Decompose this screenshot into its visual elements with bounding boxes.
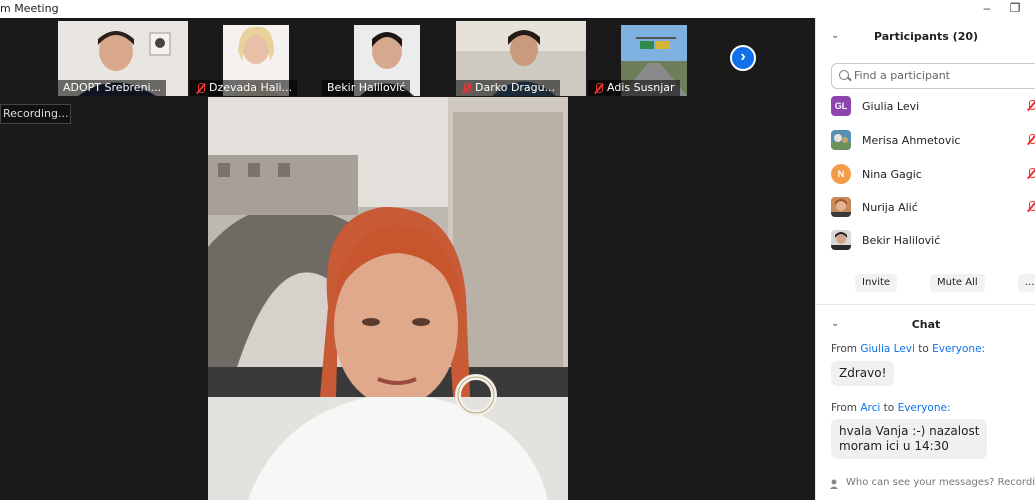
- participant-row[interactable]: Nurija Alić: [831, 195, 1035, 219]
- chat-visibility-hint[interactable]: Who can see your messages? Recording C: [846, 477, 1035, 488]
- video-thumbnail[interactable]: Dzevada Hali...: [190, 21, 320, 96]
- video-thumbnail[interactable]: Adis Susnjar: [588, 21, 718, 96]
- invite-button[interactable]: Invite: [855, 274, 898, 292]
- active-speaker-video: [208, 97, 568, 500]
- thumbnail-name-label: Adis Susnjar: [588, 80, 680, 96]
- avatar: [831, 197, 851, 217]
- people-icon: [830, 479, 838, 489]
- next-page-button[interactable]: ›: [730, 45, 756, 71]
- participant-row[interactable]: N Nina Gagic: [831, 162, 1035, 186]
- chat-message-bubble: Zdravo!: [831, 361, 895, 386]
- chevron-right-icon: ›: [740, 48, 746, 65]
- participant-row[interactable]: Merisa Ahmetovic: [831, 128, 1035, 152]
- avatar: GL: [831, 96, 851, 116]
- participants-title: Participants (20): [873, 30, 979, 43]
- muted-mic-icon: [1026, 100, 1035, 111]
- muted-mic-icon: [461, 82, 472, 94]
- avatar: N: [831, 164, 851, 184]
- participant-row[interactable]: GL Giulia Levi: [831, 94, 1035, 118]
- muted-mic-icon: [1026, 168, 1035, 179]
- recording-indicator[interactable]: Recording...: [0, 104, 71, 124]
- avatar: [831, 130, 851, 150]
- thumbnail-name-label: Bekir Halilović: [322, 80, 411, 96]
- participant-search-input[interactable]: Find a participant: [831, 63, 1035, 89]
- chat-message-header: From Giulia Levi to Everyone:: [831, 343, 986, 355]
- chat-message-bubble: hvala Vanja :-) nazalost moram ici u 14:…: [831, 419, 988, 459]
- minimize-icon[interactable]: –: [975, 0, 999, 18]
- thumbnail-name-label: Darko Dragu...: [456, 80, 561, 96]
- side-panel: ⌄ Participants (20) Find a participant G…: [815, 18, 1035, 500]
- avatar: [831, 230, 851, 250]
- video-thumbnail[interactable]: ADOPT Srebreni...: [58, 21, 188, 96]
- chat-title: Chat: [911, 318, 941, 331]
- muted-mic-icon: [195, 82, 206, 94]
- video-stage: ADOPT Srebreni... Dzevada Hali... Bekir …: [0, 18, 815, 500]
- participants-header: ⌄ Participants (20): [816, 18, 1035, 56]
- panel-divider: [816, 304, 1035, 305]
- thumbnail-name-label: Dzevada Hali...: [190, 80, 298, 96]
- search-icon: [839, 70, 849, 80]
- participant-row[interactable]: Bekir Halilović: [831, 228, 1035, 252]
- title-bar: m Meeting – ❐: [0, 0, 1035, 18]
- video-thumbnail[interactable]: Bekir Halilović: [322, 21, 452, 96]
- muted-mic-icon: [1026, 134, 1035, 145]
- mute-all-button[interactable]: Mute All: [930, 274, 985, 292]
- chat-message-header: From Arci to Everyone:: [831, 402, 951, 414]
- speaker-video-frame: [208, 97, 568, 500]
- thumbnail-name-label: ADOPT Srebreni...: [58, 80, 167, 96]
- video-thumbnail[interactable]: Darko Dragu...: [456, 21, 586, 96]
- restore-icon[interactable]: ❐: [1003, 0, 1027, 18]
- window-title: m Meeting: [0, 2, 59, 15]
- muted-mic-icon: [1026, 201, 1035, 212]
- muted-mic-icon: [593, 82, 604, 94]
- more-options-button[interactable]: ...: [1018, 274, 1035, 292]
